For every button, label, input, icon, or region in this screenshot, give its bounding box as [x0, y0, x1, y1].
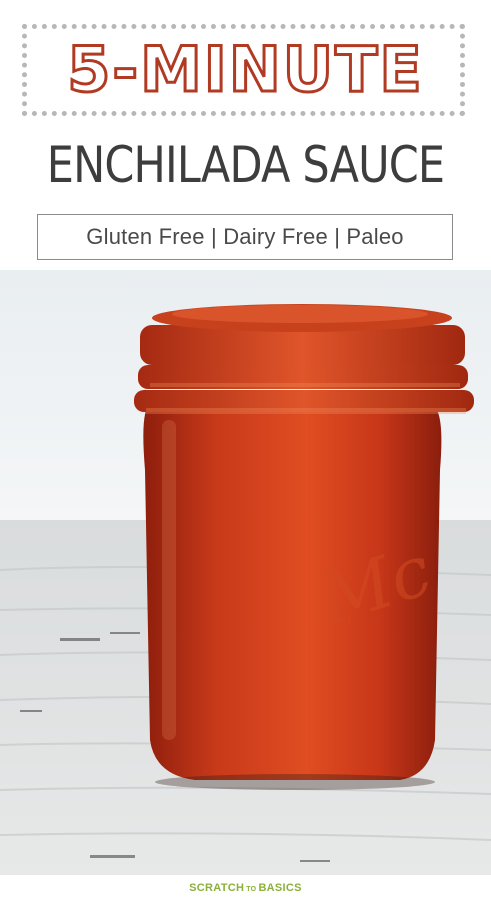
- footer: SCRATCH TO BASICS: [0, 875, 491, 900]
- brand-logo: SCRATCH TO BASICS: [189, 882, 302, 894]
- title-line-2: ENCHILADA SAUCE: [46, 136, 445, 194]
- photo-jar-of-sauce: Mc: [0, 270, 491, 875]
- tags-box: Gluten Free | Dairy Free | Paleo: [37, 214, 453, 260]
- diet-tags: Gluten Free | Dairy Free | Paleo: [86, 224, 404, 249]
- title-line-1: 5-MINUTE: [66, 32, 424, 108]
- brand-left: SCRATCH: [189, 881, 245, 894]
- header: 5-MINUTE ENCHILADA SAUCE Gluten Free | D…: [0, 0, 491, 270]
- brand-right: BASICS: [258, 881, 302, 894]
- jar-photo-illustration: Mc: [0, 270, 491, 875]
- brand-mid: TO: [246, 885, 257, 893]
